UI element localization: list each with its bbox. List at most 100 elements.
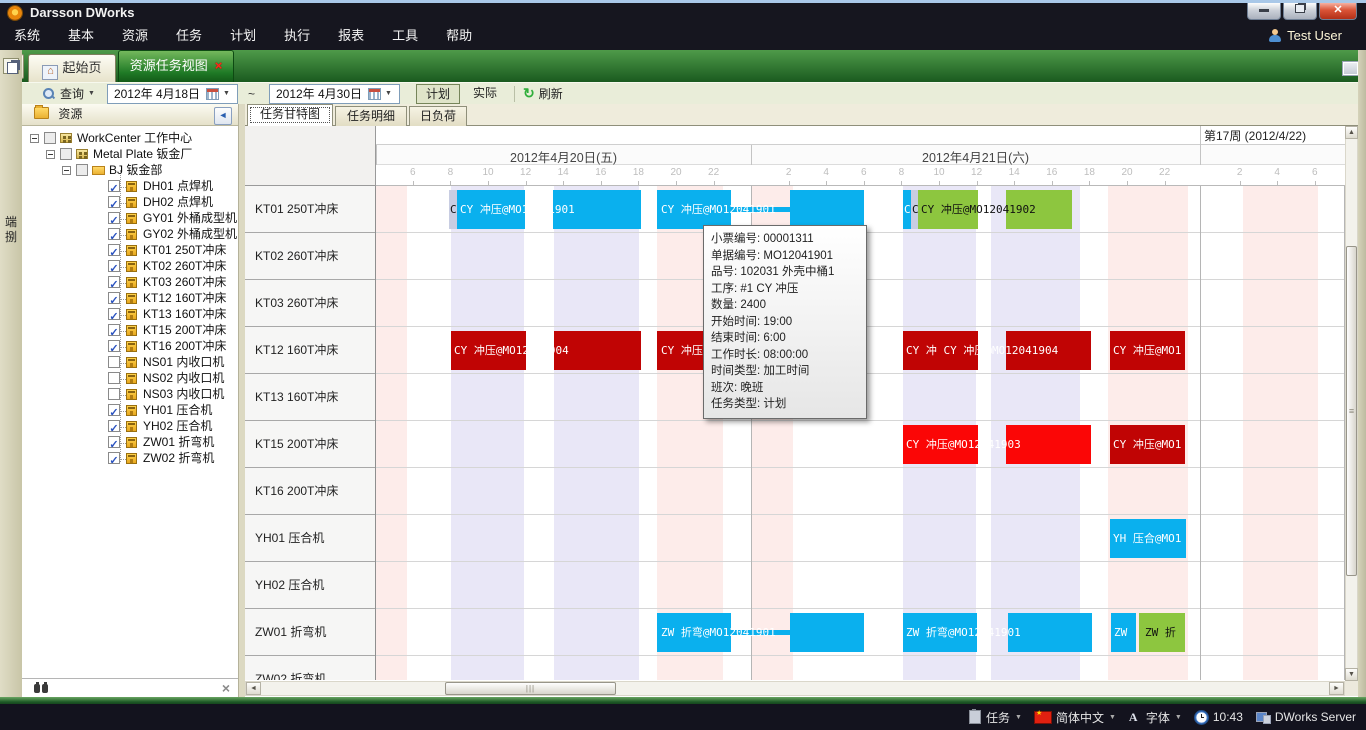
tab-overflow-icon[interactable] bbox=[1342, 61, 1359, 76]
tree-node[interactable]: NS02 内收口机 bbox=[22, 371, 238, 387]
tree-checkbox[interactable] bbox=[108, 372, 120, 384]
tree-node[interactable]: KT03 260T冲床 bbox=[22, 275, 238, 291]
date-from-field[interactable]: 2012年 4月18日 ▼ bbox=[107, 84, 238, 104]
clear-icon[interactable]: × bbox=[222, 680, 230, 696]
status-item[interactable]: DWorks Server bbox=[1256, 710, 1356, 724]
tree-node[interactable]: YH01 压合机 bbox=[22, 403, 238, 419]
menu-item[interactable]: 帮助 bbox=[432, 22, 486, 50]
view-tab-item[interactable]: 日负荷 bbox=[409, 106, 467, 126]
scroll-down-icon[interactable]: ▼ bbox=[1345, 668, 1358, 681]
date-from-value: 2012年 4月18日 bbox=[114, 85, 200, 102]
vertical-scrollbar[interactable]: ▲ ▼ ≡ bbox=[1345, 126, 1358, 681]
tree-checkbox[interactable] bbox=[108, 436, 120, 448]
tree-node[interactable]: NS03 内收口机 bbox=[22, 387, 238, 403]
tree-checkbox[interactable] bbox=[76, 164, 88, 176]
scroll-up-icon[interactable]: ▲ bbox=[1345, 126, 1358, 139]
horizontal-scroll-thumb[interactable]: ||| bbox=[445, 682, 616, 695]
status-item[interactable]: 任务▼ bbox=[969, 709, 1022, 726]
menu-item[interactable]: 执行 bbox=[270, 22, 324, 50]
tree-node[interactable]: DH01 点焊机 bbox=[22, 179, 238, 195]
tree-node[interactable]: KT02 260T冲床 bbox=[22, 259, 238, 275]
tree-checkbox[interactable] bbox=[108, 404, 120, 416]
status-item[interactable]: 简体中文▼ bbox=[1035, 709, 1116, 726]
actual-toggle-button[interactable]: 实际 bbox=[464, 84, 506, 104]
dropdown-icon[interactable]: ▼ bbox=[1015, 714, 1022, 721]
collapse-panel-button[interactable]: ◄ bbox=[214, 107, 232, 125]
tree-checkbox[interactable] bbox=[108, 180, 120, 192]
tree-checkbox[interactable] bbox=[108, 196, 120, 208]
folder-icon bbox=[34, 107, 49, 119]
menu-item[interactable]: 基本 bbox=[54, 22, 108, 50]
scroll-left-icon[interactable]: ◄ bbox=[246, 682, 261, 695]
date-to-dropdown-icon[interactable]: ▼ bbox=[385, 90, 392, 97]
expand-collapse-icon[interactable] bbox=[62, 166, 71, 175]
tree-checkbox[interactable] bbox=[108, 244, 120, 256]
tree-node[interactable]: DH02 点焊机 bbox=[22, 195, 238, 211]
tree-checkbox[interactable] bbox=[108, 260, 120, 272]
tree-node[interactable]: KT15 200T冲床 bbox=[22, 323, 238, 339]
expand-collapse-icon[interactable] bbox=[30, 134, 39, 143]
tree-checkbox[interactable] bbox=[108, 388, 120, 400]
dropdown-icon[interactable]: ▼ bbox=[1175, 714, 1182, 721]
menu-item[interactable]: 资源 bbox=[108, 22, 162, 50]
menu-item[interactable]: 计划 bbox=[216, 22, 270, 50]
tree-checkbox[interactable] bbox=[108, 228, 120, 240]
tree-node[interactable]: KT01 250T冲床 bbox=[22, 243, 238, 259]
menu-item[interactable]: 工具 bbox=[378, 22, 432, 50]
task-bar[interactable] bbox=[790, 613, 864, 652]
tree-checkbox[interactable] bbox=[108, 340, 120, 352]
tree-node[interactable]: NS01 内收口机 bbox=[22, 355, 238, 371]
panel-splitter[interactable] bbox=[238, 104, 245, 697]
tree-node[interactable]: WorkCenter 工作中心 bbox=[22, 131, 238, 147]
tree-node[interactable]: BJ 钣金部 bbox=[22, 163, 238, 179]
tree-checkbox[interactable] bbox=[108, 212, 120, 224]
menu-item[interactable]: 报表 bbox=[324, 22, 378, 50]
tree-checkbox[interactable] bbox=[108, 324, 120, 336]
tree-checkbox[interactable] bbox=[108, 308, 120, 320]
plan-toggle-button[interactable]: 计划 bbox=[416, 84, 460, 104]
date-to-field[interactable]: 2012年 4月30日 ▼ bbox=[269, 84, 400, 104]
expand-collapse-icon[interactable] bbox=[46, 150, 55, 159]
status-item[interactable]: A字体▼ bbox=[1129, 709, 1182, 726]
tree-checkbox[interactable] bbox=[108, 356, 120, 368]
search-dropdown-icon[interactable]: ▼ bbox=[88, 90, 95, 97]
tree-checkbox[interactable] bbox=[60, 148, 72, 160]
tab-close-icon[interactable]: × bbox=[215, 58, 223, 73]
tree-node[interactable]: ZW01 折弯机 bbox=[22, 435, 238, 451]
tree-checkbox[interactable] bbox=[44, 132, 56, 144]
menu-item[interactable]: 系统 bbox=[0, 22, 54, 50]
close-button[interactable]: ✕ bbox=[1319, 3, 1357, 20]
find-icon[interactable] bbox=[34, 682, 50, 693]
menu-item[interactable]: 任务 bbox=[162, 22, 216, 50]
dropdown-icon[interactable]: ▼ bbox=[1109, 714, 1116, 721]
task-bar[interactable] bbox=[790, 190, 864, 229]
tree-node[interactable]: KT13 160T冲床 bbox=[22, 307, 238, 323]
tree-node[interactable]: KT12 160T冲床 bbox=[22, 291, 238, 307]
view-tab-item[interactable]: 任务明细 bbox=[335, 106, 407, 126]
search-button[interactable]: 查询 bbox=[60, 85, 84, 102]
tree-checkbox[interactable] bbox=[108, 276, 120, 288]
horizontal-scrollbar[interactable]: ◄ ► ||| bbox=[245, 681, 1345, 696]
tree-node[interactable]: GY01 外桶成型机 bbox=[22, 211, 238, 227]
refresh-button[interactable]: 刷新 bbox=[539, 85, 563, 102]
tab-home-page[interactable]: ⌂起始页 bbox=[28, 54, 116, 82]
tree-node[interactable]: GY02 外桶成型机 bbox=[22, 227, 238, 243]
machine-icon bbox=[126, 325, 137, 336]
date-from-dropdown-icon[interactable]: ▼ bbox=[223, 90, 230, 97]
minimize-button[interactable] bbox=[1247, 3, 1281, 20]
tree-checkbox[interactable] bbox=[108, 452, 120, 464]
tab-resource-task-view[interactable]: 资源任务视图× bbox=[118, 50, 234, 82]
scroll-right-icon[interactable]: ► bbox=[1329, 682, 1344, 695]
tree-node[interactable]: KT16 200T冲床 bbox=[22, 339, 238, 355]
dock-panel-icon[interactable] bbox=[3, 58, 19, 74]
vertical-scroll-thumb[interactable]: ≡ bbox=[1346, 246, 1357, 576]
tree-node[interactable]: Metal Plate 钣金厂 bbox=[22, 147, 238, 163]
status-item[interactable]: 10:43 bbox=[1195, 710, 1243, 724]
tree-checkbox[interactable] bbox=[108, 420, 120, 432]
tree-checkbox[interactable] bbox=[108, 292, 120, 304]
tree-node[interactable]: YH02 压合机 bbox=[22, 419, 238, 435]
collapsed-panel-tab[interactable]: 端捌 bbox=[0, 215, 22, 245]
restore-button[interactable] bbox=[1283, 3, 1317, 20]
view-tab-selected[interactable]: 任务甘特图 bbox=[247, 104, 333, 126]
tree-node[interactable]: ZW02 折弯机 bbox=[22, 451, 238, 467]
